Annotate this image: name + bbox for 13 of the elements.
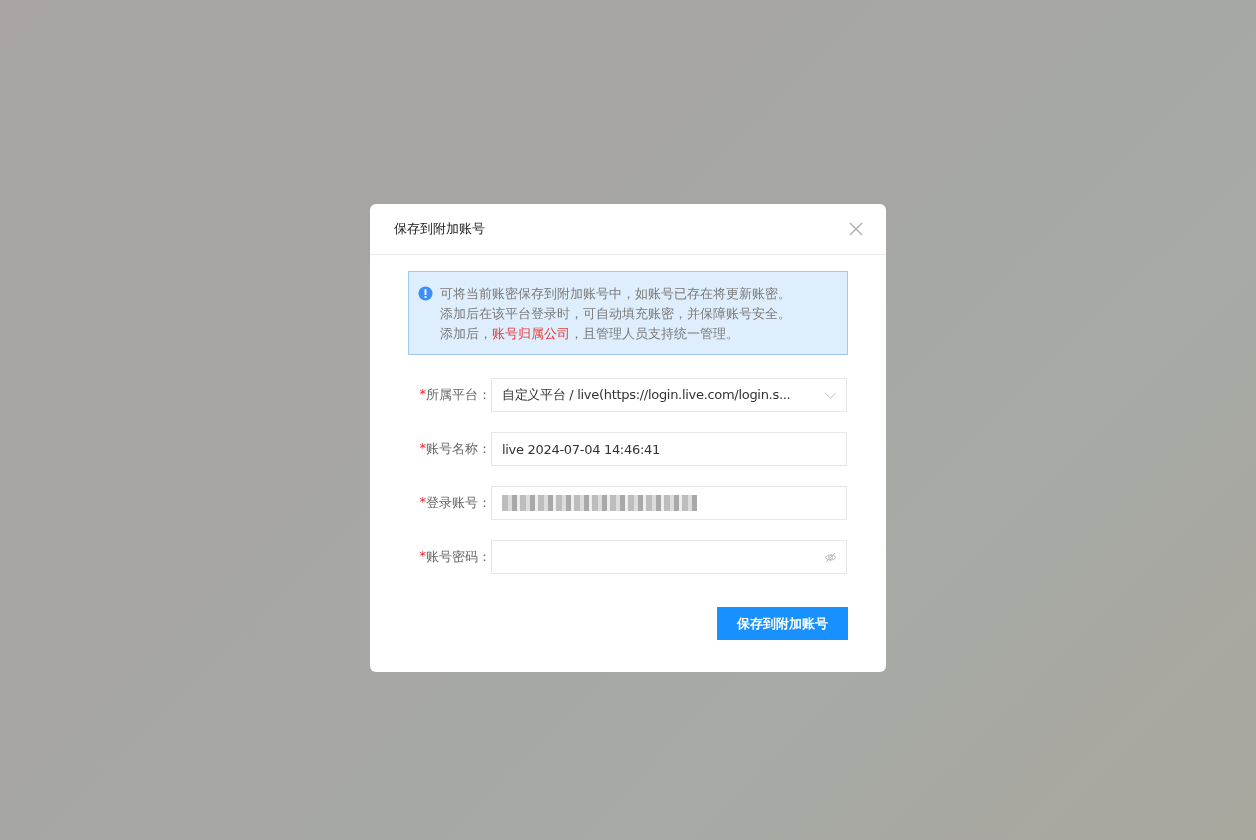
close-icon[interactable]: [848, 221, 864, 237]
notice-text: 可将当前账密保存到附加账号中，如账号已存在将更新账密。 添加后在该平台登录时，可自动填充账密，并保障账号安全。 添加后，账号归属公司，且管理人员支持统一管理。: [440, 285, 791, 343]
platform-select[interactable]: 自定义平台 / live(https://login.live.com/login.s...: [491, 378, 847, 412]
dialog-title: 保存到附加账号: [394, 220, 485, 238]
input-field[interactable]: [491, 486, 847, 520]
password-field[interactable]: [491, 540, 847, 574]
field-label: *所属平台：: [418, 386, 491, 404]
info-icon: [418, 286, 433, 301]
field-label: *账号密码：: [418, 548, 491, 566]
eye-off-icon[interactable]: [824, 550, 837, 564]
field-label: *账号名称：: [418, 440, 491, 458]
field-label: *登录账号：: [418, 494, 491, 512]
input-field[interactable]: live 2024-07-04 14:46:41: [491, 432, 847, 466]
